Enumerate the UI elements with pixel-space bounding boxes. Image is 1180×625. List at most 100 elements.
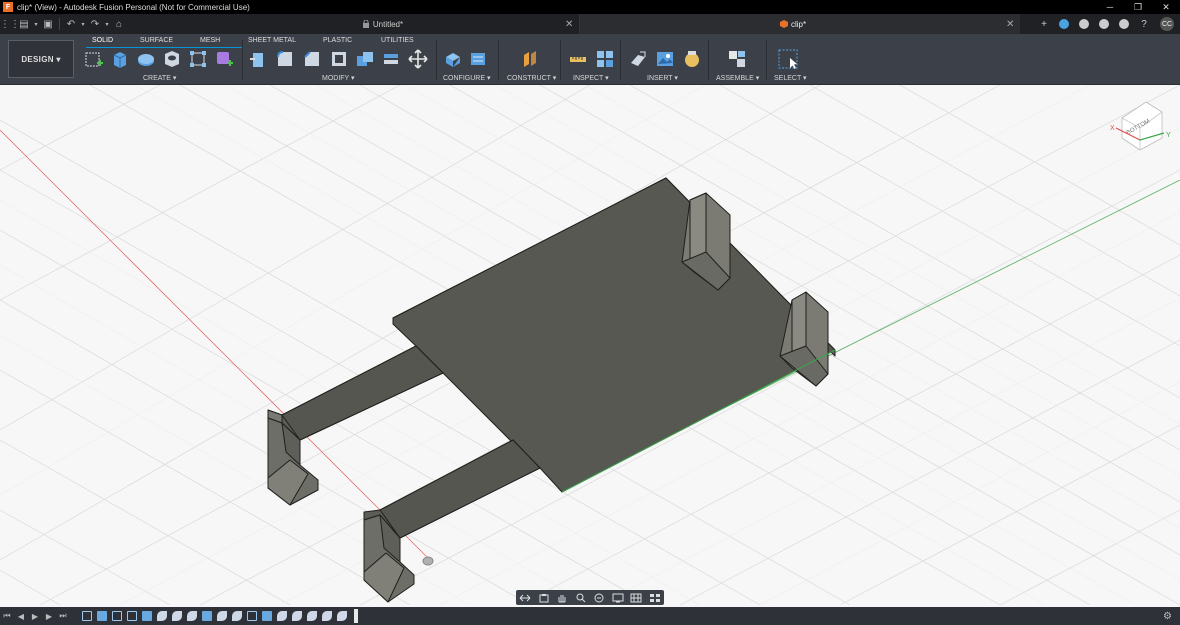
timeline-extrude-icon[interactable] bbox=[202, 611, 212, 621]
clock-icon[interactable] bbox=[1094, 14, 1114, 34]
fillet-icon[interactable] bbox=[275, 49, 295, 69]
create-menu[interactable]: CREATE ▾ bbox=[143, 74, 176, 82]
redo-icon[interactable]: ↷ bbox=[87, 19, 103, 30]
timeline-fillet-icon[interactable] bbox=[232, 611, 242, 621]
look-at-icon[interactable] bbox=[538, 593, 550, 603]
timeline-extrude-icon[interactable] bbox=[262, 611, 272, 621]
timeline-extrude-icon[interactable] bbox=[97, 611, 107, 621]
select-icon[interactable] bbox=[778, 49, 798, 69]
timeline-fillet-icon[interactable] bbox=[337, 611, 347, 621]
timeline-settings-icon[interactable]: ⚙ bbox=[1163, 611, 1172, 622]
file-dropdown-icon[interactable]: ▾ bbox=[32, 21, 40, 28]
pan-icon[interactable] bbox=[556, 593, 568, 603]
undo-icon[interactable]: ↶ bbox=[63, 19, 79, 30]
shell-icon[interactable] bbox=[329, 49, 349, 69]
construct-menu[interactable]: CONSTRUCT ▾ bbox=[507, 74, 556, 82]
configure-table-icon[interactable] bbox=[443, 49, 463, 69]
timeline-fillet-icon[interactable] bbox=[307, 611, 317, 621]
undo-dropdown-icon[interactable]: ▾ bbox=[79, 21, 87, 28]
rectangular-pattern-icon[interactable] bbox=[188, 49, 208, 69]
tab-untitled[interactable]: Untitled* ✕ bbox=[200, 14, 580, 34]
insert-canvas-icon[interactable] bbox=[655, 49, 675, 69]
tab-plastic[interactable]: PLASTIC bbox=[323, 37, 352, 44]
timeline-fillet-icon[interactable] bbox=[217, 611, 227, 621]
close-window-button[interactable]: ✕ bbox=[1152, 2, 1180, 13]
viewports-icon[interactable] bbox=[649, 593, 661, 603]
insert-mcmaster-icon[interactable] bbox=[682, 49, 702, 69]
go-to-end-icon[interactable]: ⏭ bbox=[56, 611, 70, 621]
chamfer-icon[interactable] bbox=[302, 49, 322, 69]
display-settings-icon[interactable] bbox=[612, 593, 624, 603]
revolve-icon[interactable] bbox=[136, 49, 156, 69]
select-menu[interactable]: SELECT ▾ bbox=[774, 74, 807, 82]
timeline-fillet-icon[interactable] bbox=[187, 611, 197, 621]
canvas-viewport[interactable]: BOTTOM X Y bbox=[0, 85, 1180, 607]
create-sketch-icon[interactable] bbox=[84, 49, 104, 69]
tab-close-button[interactable]: ✕ bbox=[565, 19, 579, 30]
extensions-icon[interactable] bbox=[1054, 14, 1074, 34]
extrude-icon[interactable] bbox=[110, 49, 130, 69]
tab-close-button[interactable]: ✕ bbox=[1006, 19, 1020, 30]
orbit-icon[interactable] bbox=[519, 593, 531, 603]
viewcube[interactable]: BOTTOM X Y bbox=[1110, 101, 1171, 151]
new-tab-button[interactable]: + bbox=[1034, 14, 1054, 34]
clip-part-model[interactable] bbox=[267, 177, 836, 603]
move-icon[interactable] bbox=[408, 49, 428, 69]
timeline-fillet-icon[interactable] bbox=[157, 611, 167, 621]
workspace-switcher[interactable]: DESIGN ▾ bbox=[8, 40, 74, 78]
step-forward-icon[interactable]: ▶ bbox=[42, 612, 56, 621]
home-icon[interactable]: ⌂ bbox=[111, 19, 127, 30]
timeline-sketch-icon[interactable] bbox=[247, 611, 257, 621]
apps-grid-icon[interactable]: ⋮⋮ bbox=[0, 19, 20, 30]
tab-surface[interactable]: SURFACE bbox=[140, 37, 173, 44]
restore-button[interactable]: ❐ bbox=[1124, 2, 1152, 13]
timeline-sketch-icon[interactable] bbox=[127, 611, 137, 621]
hole-icon[interactable] bbox=[162, 49, 182, 69]
assemble-menu[interactable]: ASSEMBLE ▾ bbox=[716, 74, 759, 82]
grid-settings-icon[interactable] bbox=[630, 593, 642, 603]
new-component-icon[interactable] bbox=[727, 49, 747, 69]
timeline-fillet-icon[interactable] bbox=[277, 611, 287, 621]
press-pull-icon[interactable] bbox=[248, 49, 268, 69]
configure-menu[interactable]: CONFIGURE ▾ bbox=[443, 74, 490, 82]
file-menu-icon[interactable]: ▤ bbox=[16, 19, 32, 30]
modify-menu[interactable]: MODIFY ▾ bbox=[322, 74, 355, 82]
avatar[interactable]: CC bbox=[1160, 17, 1174, 31]
create-form-icon[interactable] bbox=[214, 49, 234, 69]
step-back-icon[interactable]: ◀ bbox=[14, 612, 28, 621]
tab-sheet-metal[interactable]: SHEET METAL bbox=[248, 37, 296, 44]
tab-bar: ⋮⋮ ▤ ▾ ▣ ↶ ▾ ↷ ▾ ⌂ Untitled* ✕ clip* ✕ +… bbox=[0, 14, 1180, 34]
tab-solid[interactable]: SOLID bbox=[92, 37, 113, 44]
help-icon[interactable]: ? bbox=[1134, 14, 1154, 34]
tab-mesh[interactable]: MESH bbox=[200, 37, 220, 44]
play-icon[interactable]: ▶ bbox=[28, 612, 42, 621]
insert-derive-icon[interactable] bbox=[628, 49, 648, 69]
redo-dropdown-icon[interactable]: ▾ bbox=[103, 21, 111, 28]
tab-utilities[interactable]: UTILITIES bbox=[381, 37, 414, 44]
title-bar: F clip* (View) - Autodesk Fusion Persona… bbox=[0, 0, 1180, 14]
offset-plane-icon[interactable] bbox=[520, 49, 540, 69]
timeline-fillet-icon[interactable] bbox=[172, 611, 182, 621]
timeline-sketch-icon[interactable] bbox=[82, 611, 92, 621]
timeline-fillet-icon[interactable] bbox=[292, 611, 302, 621]
job-status-icon[interactable] bbox=[1074, 14, 1094, 34]
combine-icon[interactable] bbox=[355, 49, 375, 69]
inspect-menu[interactable]: INSPECT ▾ bbox=[573, 74, 609, 82]
timeline-marker[interactable] bbox=[354, 609, 358, 623]
tab-clip[interactable]: clip* ✕ bbox=[580, 14, 1020, 34]
minimize-button[interactable]: ─ bbox=[1096, 2, 1124, 12]
go-to-start-icon[interactable]: ⏮ bbox=[0, 611, 14, 621]
origin-icon[interactable] bbox=[422, 556, 434, 566]
zoom-icon[interactable] bbox=[575, 593, 587, 603]
insert-menu[interactable]: INSERT ▾ bbox=[647, 74, 678, 82]
timeline-sketch-icon[interactable] bbox=[112, 611, 122, 621]
timeline-fillet-icon[interactable] bbox=[322, 611, 332, 621]
notifications-icon[interactable] bbox=[1114, 14, 1134, 34]
timeline-extrude-icon[interactable] bbox=[142, 611, 152, 621]
fit-icon[interactable] bbox=[593, 593, 605, 603]
save-icon[interactable]: ▣ bbox=[40, 19, 56, 30]
interference-icon[interactable] bbox=[595, 49, 615, 69]
offset-face-icon[interactable] bbox=[381, 49, 401, 69]
measure-icon[interactable] bbox=[568, 49, 588, 69]
configure-rule-icon[interactable] bbox=[468, 49, 488, 69]
